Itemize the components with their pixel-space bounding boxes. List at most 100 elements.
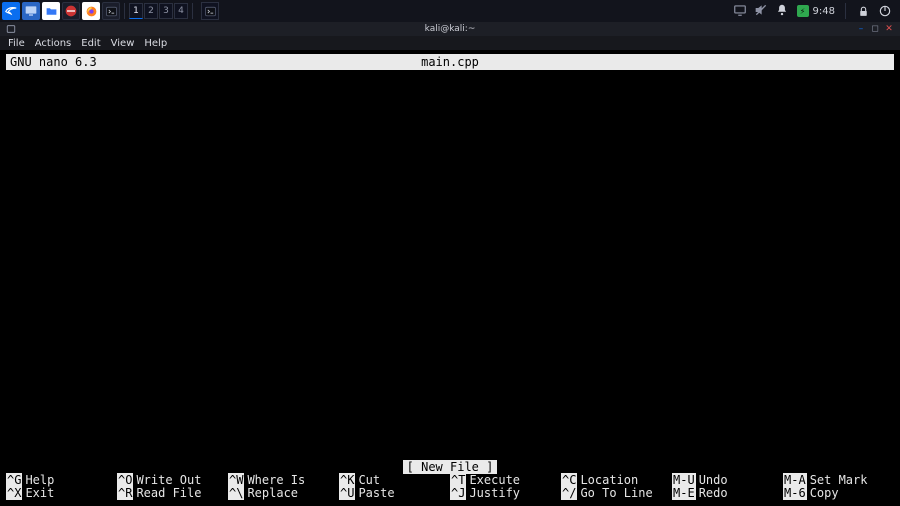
nano-shortcut-key: M-6 — [783, 486, 807, 500]
firefox-icon — [85, 5, 98, 18]
clock-time: 9:48 — [813, 6, 835, 17]
terminal-menubar: File Actions Edit View Help — [0, 36, 900, 50]
menu-help[interactable]: Help — [144, 38, 167, 49]
nano-shortcut-label: Location — [580, 473, 638, 487]
kali-logo-icon — [4, 4, 18, 18]
workspace-3[interactable]: 3 — [159, 3, 173, 19]
nano-shortcut: ^\Replace — [228, 487, 339, 500]
nano-shortcut-key: ^O — [117, 473, 133, 487]
nano-shortcut-key: M-E — [672, 486, 696, 500]
nano-shortcut-key: ^W — [228, 473, 244, 487]
start-menu-button[interactable] — [2, 2, 20, 20]
nano-shortcut: ^GHelp — [6, 474, 117, 487]
nano-shortcut-key: ^/ — [561, 486, 577, 500]
nano-shortcut-key: ^J — [450, 486, 466, 500]
nano-filename: main.cpp — [421, 55, 479, 69]
nano-shortcut-column: ^CLocation^/Go To Line — [561, 474, 672, 500]
notifications-icon[interactable] — [775, 3, 789, 20]
power-icon — [878, 4, 892, 18]
nano-shortcut-label: Read File — [136, 486, 201, 500]
nano-shortcut-key: ^T — [450, 473, 466, 487]
nano-editor-area[interactable] — [6, 70, 894, 460]
nano-shortcut-label: Replace — [247, 486, 298, 500]
window-minimize-button[interactable]: – — [856, 24, 866, 34]
nano-shortcut-label: Exit — [25, 486, 54, 500]
menu-actions[interactable]: Actions — [35, 38, 72, 49]
system-tray — [733, 2, 789, 21]
file-manager-button[interactable] — [42, 2, 60, 20]
menu-edit[interactable]: Edit — [81, 38, 100, 49]
nano-status-text: [ New File ] — [403, 460, 498, 474]
nano-shortcut-bar: ^GHelp^XExit^OWrite Out^RRead File^WWher… — [6, 474, 894, 500]
workspace-4[interactable]: 4 — [174, 3, 188, 19]
no-entry-icon — [63, 3, 79, 19]
nano-shortcut-label: Set Mark — [810, 473, 868, 487]
nano-shortcut-key: M-A — [783, 473, 807, 487]
nano-shortcut-key: M-U — [672, 473, 696, 487]
nano-shortcut: ^XExit — [6, 487, 117, 500]
nano-shortcut-column: M-UUndoM-ERedo — [672, 474, 783, 500]
nano-titlebar: GNU nano 6.3 main.cpp — [6, 54, 894, 70]
nano-shortcut-label: Write Out — [136, 473, 201, 487]
nano-shortcut-label: Paste — [358, 486, 394, 500]
nano-shortcut-key: ^C — [561, 473, 577, 487]
nano-shortcut-label: Copy — [810, 486, 839, 500]
nano-shortcut-key: ^\ — [228, 486, 244, 500]
battery-icon: ⚡ — [797, 5, 809, 17]
window-title: kali@kali:~ — [425, 24, 476, 34]
lock-icon — [857, 5, 870, 18]
nano-shortcut-key: ^G — [6, 473, 22, 487]
nano-shortcut: ^/Go To Line — [561, 487, 672, 500]
menu-file[interactable]: File — [8, 38, 25, 49]
nano-shortcut: M-6Copy — [783, 487, 894, 500]
nano-shortcut-label: Cut — [358, 473, 380, 487]
window-app-icon — [6, 24, 16, 34]
workspace-1[interactable]: 1 — [129, 3, 143, 19]
nano-shortcut: ^RRead File — [117, 487, 228, 500]
taskbar: 1 2 3 4 ⚡ 9:48 — [0, 0, 900, 22]
taskbar-separator — [845, 3, 846, 19]
nano-shortcut-label: Redo — [699, 486, 728, 500]
show-desktop-button[interactable] — [22, 2, 40, 20]
no-entry-button[interactable] — [62, 2, 80, 20]
nano-shortcut-column: ^TExecute^JJustify — [450, 474, 561, 500]
terminal-launcher-button[interactable] — [102, 2, 120, 20]
window-titlebar[interactable]: kali@kali:~ – ◻ ✕ — [0, 22, 900, 36]
nano-shortcut-label: Execute — [469, 473, 520, 487]
terminal-viewport[interactable]: GNU nano 6.3 main.cpp [ New File ] ^GHel… — [0, 50, 900, 506]
window-close-button[interactable]: ✕ — [884, 24, 894, 34]
nano-shortcut-label: Justify — [469, 486, 520, 500]
nano-shortcut: ^UPaste — [339, 487, 450, 500]
nano-shortcut-label: Go To Line — [580, 486, 652, 500]
terminal-icon — [105, 5, 118, 18]
workspace-pager: 1 2 3 4 — [129, 3, 188, 19]
workspace-2[interactable]: 2 — [144, 3, 158, 19]
nano-shortcut: ^JJustify — [450, 487, 561, 500]
power-button[interactable] — [878, 4, 892, 18]
clock-widget[interactable]: ⚡ 9:48 — [797, 5, 835, 17]
menu-view[interactable]: View — [111, 38, 135, 49]
folder-icon — [45, 5, 58, 18]
nano-shortcut-column: ^WWhere Is^\Replace — [228, 474, 339, 500]
desktop-icon — [23, 3, 39, 19]
nano-shortcut-label: Undo — [699, 473, 728, 487]
nano-shortcut-column: ^OWrite Out^RRead File — [117, 474, 228, 500]
nano-shortcut-key: ^U — [339, 486, 355, 500]
nano-shortcut-key: ^R — [117, 486, 133, 500]
nano-shortcut-column: ^GHelp^XExit — [6, 474, 117, 500]
nano-status-line: [ New File ] — [6, 460, 894, 474]
taskbar-running-terminal[interactable] — [201, 2, 219, 20]
lock-screen-button[interactable] — [856, 4, 870, 18]
nano-shortcut-label: Help — [25, 473, 54, 487]
display-icon[interactable] — [733, 3, 747, 20]
terminal-icon — [204, 5, 217, 18]
window-maximize-button[interactable]: ◻ — [870, 24, 880, 34]
volume-muted-icon[interactable] — [753, 2, 769, 21]
nano-shortcut-label: Where Is — [247, 473, 305, 487]
taskbar-separator — [124, 3, 125, 19]
firefox-button[interactable] — [82, 2, 100, 20]
nano-shortcut: M-ERedo — [672, 487, 783, 500]
nano-version: GNU nano 6.3 — [10, 55, 97, 69]
nano-shortcut-key: ^K — [339, 473, 355, 487]
nano-shortcut-key: ^X — [6, 486, 22, 500]
